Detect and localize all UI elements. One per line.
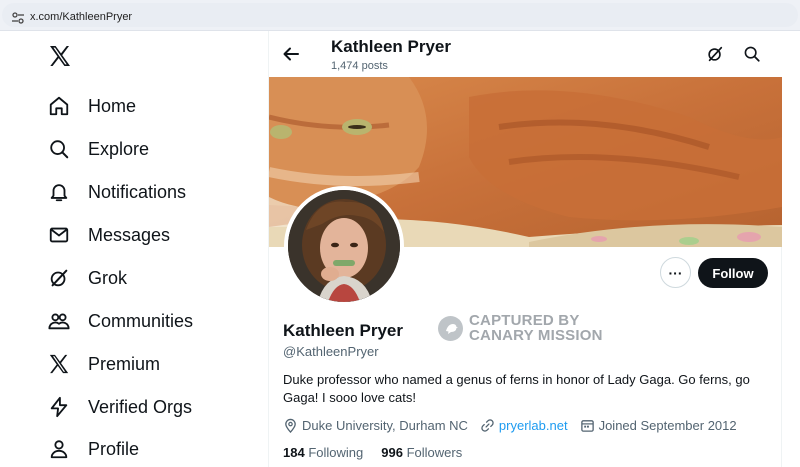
sidebar-item-verified-orgs[interactable]: Verified Orgs bbox=[46, 389, 192, 425]
location: Duke University, Durham NC bbox=[283, 418, 468, 433]
following-label: Following bbox=[308, 445, 364, 460]
sidebar-item-label: Premium bbox=[88, 353, 161, 374]
search-icon bbox=[46, 136, 72, 162]
followers-label: Followers bbox=[406, 445, 463, 460]
address-field[interactable]: x.com/KathleenPryer bbox=[2, 3, 798, 27]
x-logo-icon[interactable] bbox=[48, 44, 72, 68]
sidebar-item-label: Verified Orgs bbox=[88, 396, 193, 417]
sidebar-item-label: Profile bbox=[88, 438, 140, 459]
grok-icon bbox=[46, 265, 72, 291]
profile-handle: @KathleenPryer bbox=[283, 344, 379, 359]
tune-icon[interactable] bbox=[11, 11, 25, 25]
watermark-line-2: CANARY MISSION bbox=[469, 327, 603, 344]
sidebar-item-label: Grok bbox=[88, 267, 128, 288]
sidebar-item-home[interactable]: Home bbox=[46, 88, 136, 124]
sidebar-item-messages[interactable]: Messages bbox=[46, 217, 170, 253]
profile-meta: Duke University, Durham NC pryerlab.net … bbox=[283, 416, 749, 434]
sidebar-item-label: Messages bbox=[88, 224, 171, 245]
website[interactable]: pryerlab.net bbox=[480, 418, 568, 433]
sidebar-item-label: Communities bbox=[88, 310, 194, 331]
sidebar-item-premium[interactable]: Premium bbox=[46, 346, 160, 382]
sidebar-item-label: Explore bbox=[88, 138, 150, 159]
home-icon bbox=[46, 93, 72, 119]
grok-icon[interactable] bbox=[706, 45, 724, 63]
envelope-icon bbox=[46, 222, 72, 248]
right-edge bbox=[782, 31, 800, 467]
sidebar-item-label: Notifications bbox=[88, 181, 187, 202]
followers-link[interactable]: 996 Followers bbox=[381, 445, 462, 460]
canary-mission-watermark: CAPTURED BY CANARY MISSION bbox=[438, 312, 603, 344]
profile-column: Kathleen Pryer 1,474 posts ··· Follow Ka… bbox=[268, 31, 783, 467]
profile-bio: Duke professor who named a genus of fern… bbox=[283, 372, 750, 405]
link-icon bbox=[481, 418, 494, 432]
following-count: 184 bbox=[283, 445, 305, 460]
search-icon[interactable] bbox=[743, 45, 761, 63]
left-sidebar: Home Explore Notifications Messages Grok… bbox=[0, 31, 268, 467]
watermark-line-1: CAPTURED BY bbox=[469, 312, 580, 329]
location-text: Duke University, Durham NC bbox=[302, 417, 468, 433]
header-title: Kathleen Pryer bbox=[331, 37, 451, 56]
join-date: Joined September 2012 bbox=[580, 418, 737, 433]
profile-name: Kathleen Pryer bbox=[283, 321, 403, 340]
follow-button[interactable]: Follow bbox=[698, 258, 768, 288]
posts-count: 1,474 posts bbox=[331, 60, 388, 72]
watermark-text: CAPTURED BY CANARY MISSION bbox=[469, 313, 603, 343]
person-icon bbox=[46, 436, 72, 462]
website-link[interactable]: pryerlab.net bbox=[499, 418, 568, 433]
location-pin-icon bbox=[285, 418, 296, 433]
sidebar-item-profile[interactable]: Profile bbox=[46, 431, 139, 467]
sidebar-item-communities[interactable]: Communities bbox=[46, 303, 193, 339]
browser-url-bar: x.com/KathleenPryer bbox=[0, 0, 800, 31]
people-icon bbox=[46, 308, 72, 334]
bell-icon bbox=[46, 179, 72, 205]
canary-bird-icon bbox=[438, 315, 463, 341]
sidebar-item-grok[interactable]: Grok bbox=[46, 260, 127, 296]
profile-header-bar: Kathleen Pryer 1,474 posts bbox=[269, 31, 783, 77]
back-arrow-icon[interactable] bbox=[281, 44, 301, 64]
followers-count: 996 bbox=[381, 445, 403, 460]
follow-stats: 184 Following 996 Followers bbox=[283, 445, 480, 460]
profile-avatar[interactable] bbox=[284, 186, 404, 306]
sidebar-item-label: Home bbox=[88, 95, 137, 116]
lightning-icon bbox=[46, 394, 72, 420]
url-text[interactable]: x.com/KathleenPryer bbox=[30, 11, 132, 23]
sidebar-item-explore[interactable]: Explore bbox=[46, 131, 149, 167]
calendar-icon bbox=[580, 419, 594, 432]
following-link[interactable]: 184 Following bbox=[283, 445, 363, 460]
x-logo-icon bbox=[46, 351, 72, 377]
join-date-text: Joined September 2012 bbox=[598, 417, 737, 433]
more-options-button[interactable]: ··· bbox=[660, 257, 691, 288]
avatar-photo bbox=[288, 190, 400, 302]
sidebar-item-notifications[interactable]: Notifications bbox=[46, 174, 186, 210]
